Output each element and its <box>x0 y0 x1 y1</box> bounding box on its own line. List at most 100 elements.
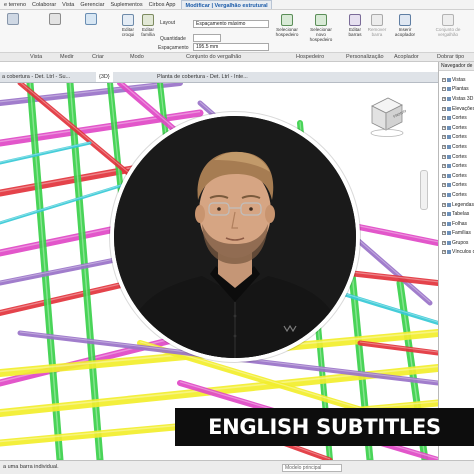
insert-coupler-button[interactable]: Inserir acoplador <box>392 14 418 37</box>
browser-item-label: Folhas <box>452 220 468 227</box>
medir-tool-button[interactable] <box>44 13 66 26</box>
layout-select[interactable]: Espaçamento máximo <box>193 20 269 28</box>
vista-icon <box>7 13 19 25</box>
expand-icon[interactable]: + <box>442 250 446 255</box>
quantity-field[interactable] <box>193 34 221 42</box>
expand-icon[interactable]: + <box>442 221 446 226</box>
browser-tree-item[interactable]: + Legendas <box>439 200 474 210</box>
project-browser-tree: − Vistas − Plantas + Vistas 3D + Elevações + Cort… <box>439 71 474 257</box>
browser-tree-item[interactable]: + Folhas <box>439 219 474 229</box>
edit-bars-button[interactable]: Editar barras <box>344 14 366 37</box>
browser-tree-item[interactable]: − Plantas <box>439 85 474 95</box>
active-model-select[interactable]: Modelo principal <box>282 464 342 472</box>
view-tab-bar: a cobertura - Det. Ltrl - Su... {3D} Pla… <box>0 72 438 83</box>
browser-tree-item[interactable]: + Cortes <box>439 113 474 123</box>
ribbon-tab[interactable]: Suplementos <box>110 0 142 9</box>
expand-icon[interactable]: + <box>442 106 446 111</box>
expand-icon[interactable]: + <box>442 192 446 197</box>
select-host-button[interactable]: Selecionar hospedeiro <box>276 14 298 37</box>
expand-icon[interactable]: + <box>442 183 446 188</box>
view-type-icon <box>447 144 451 149</box>
expand-icon[interactable]: + <box>442 240 446 245</box>
expand-icon[interactable]: + <box>442 202 446 207</box>
view-type-icon <box>447 135 451 140</box>
expand-icon[interactable]: + <box>442 135 446 140</box>
view-tab-roof-plan[interactable]: Planta de cobertura - Det. Ltrl - Inte..… <box>157 72 248 82</box>
measure-icon <box>49 13 61 25</box>
view-type-icon <box>447 202 451 207</box>
select-host-icon <box>281 14 293 26</box>
view-tab-3d[interactable]: {3D} <box>96 72 113 82</box>
criar-tool-button[interactable] <box>80 13 102 26</box>
edit-bars-label: Editar barras <box>348 27 362 37</box>
ribbon-tab[interactable]: Cirbos App <box>149 0 176 9</box>
expand-icon[interactable]: + <box>442 164 446 169</box>
navigation-bar[interactable] <box>420 170 428 210</box>
browser-tree-item[interactable]: + Cortes <box>439 171 474 181</box>
edit-family-button[interactable]: Editar família <box>137 14 159 37</box>
expand-icon[interactable]: + <box>442 144 446 149</box>
vista-tool-button[interactable] <box>2 13 24 26</box>
spacing-label: Espaçamento <box>158 45 189 51</box>
browser-item-label: Cortes <box>452 191 467 198</box>
browser-tree-item[interactable]: + Cortes <box>439 181 474 191</box>
browser-item-label: Cortes <box>452 124 467 131</box>
expand-icon[interactable]: + <box>442 96 446 101</box>
view-tab-roof-plan-left[interactable]: a cobertura - Det. Ltrl - Su... <box>2 72 70 82</box>
edit-sketch-button[interactable]: Editar croqui <box>117 14 139 37</box>
view-type-icon <box>447 96 451 101</box>
view-type-icon <box>447 125 451 130</box>
ribbon-tab[interactable]: Modificar | Vergalhão estrutural <box>181 0 272 9</box>
view-type-icon <box>447 240 451 245</box>
status-message: a uma barra individual. <box>3 464 59 470</box>
expand-icon[interactable]: + <box>442 231 446 236</box>
caption-text: ENGLISH SUBTITLES <box>208 415 441 439</box>
browser-tree-item[interactable]: − Vistas <box>439 75 474 85</box>
browser-tree-item[interactable]: + Cortes <box>439 133 474 143</box>
browser-tree-item[interactable]: + Elevações <box>439 104 474 114</box>
browser-tree-item[interactable]: + Tabelas <box>439 209 474 219</box>
presenter-photo <box>110 112 360 362</box>
browser-tree-item[interactable]: + Famílias <box>439 229 474 239</box>
rebar-set-button[interactable]: Conjunto de vergalhão <box>426 14 470 37</box>
panel-title-criar: Criar <box>92 54 104 60</box>
ribbon-tab[interactable]: e terreno <box>4 0 26 9</box>
edit-sketch-label: Editar croqui <box>121 27 135 37</box>
browser-item-label: Legendas <box>452 201 474 208</box>
browser-tree-item[interactable]: + Cortes <box>439 161 474 171</box>
presenter-portrait <box>114 116 356 358</box>
browser-tree-item[interactable]: + Cortes <box>439 190 474 200</box>
browser-tree-item[interactable]: + Cortes <box>439 152 474 162</box>
select-new-host-button[interactable]: Selecionar novo hospedeiro <box>306 14 336 42</box>
browser-item-label: Cortes <box>452 182 467 189</box>
view-type-icon <box>447 106 451 111</box>
browser-tree-item[interactable]: + Vínculos do Revit <box>439 248 474 258</box>
browser-tree-item[interactable]: + Cortes <box>439 123 474 133</box>
viewcube[interactable]: FRONTAL <box>366 92 406 138</box>
ribbon-tab[interactable]: Colaborar <box>32 0 56 9</box>
panel-title-hospedeiro: Hospedeiro <box>296 54 325 60</box>
expand-icon[interactable]: + <box>442 116 446 121</box>
ribbon-tab[interactable]: Vista <box>62 0 74 9</box>
browser-item-label: Elevações <box>452 105 474 112</box>
remove-bar-button[interactable]: Remover barra <box>366 14 388 37</box>
expand-icon[interactable]: + <box>442 212 446 217</box>
status-bar: a uma barra individual. Modelo principal <box>0 460 474 474</box>
ribbon-tab[interactable]: Gerenciar <box>80 0 104 9</box>
spacing-field[interactable]: 195.5 mm <box>193 43 269 51</box>
edit-family-label: Editar família <box>141 27 155 37</box>
collapse-icon[interactable]: − <box>442 77 446 82</box>
panel-title-personalizacao: Personalização <box>346 54 384 60</box>
panel-title-vista: Vista <box>30 54 43 60</box>
rebar-bar[interactable] <box>357 340 438 356</box>
expand-icon[interactable]: + <box>442 125 446 130</box>
view-type-icon <box>447 212 451 217</box>
quantity-label: Quantidade <box>160 36 186 42</box>
browser-tree-item[interactable]: + Grupos <box>439 238 474 248</box>
browser-tree-item[interactable]: + Vistas 3D <box>439 94 474 104</box>
browser-item-label: Vistas <box>452 76 466 83</box>
expand-icon[interactable]: + <box>442 154 446 159</box>
expand-icon[interactable]: + <box>442 173 446 178</box>
browser-tree-item[interactable]: + Cortes <box>439 142 474 152</box>
collapse-icon[interactable]: − <box>442 87 446 92</box>
